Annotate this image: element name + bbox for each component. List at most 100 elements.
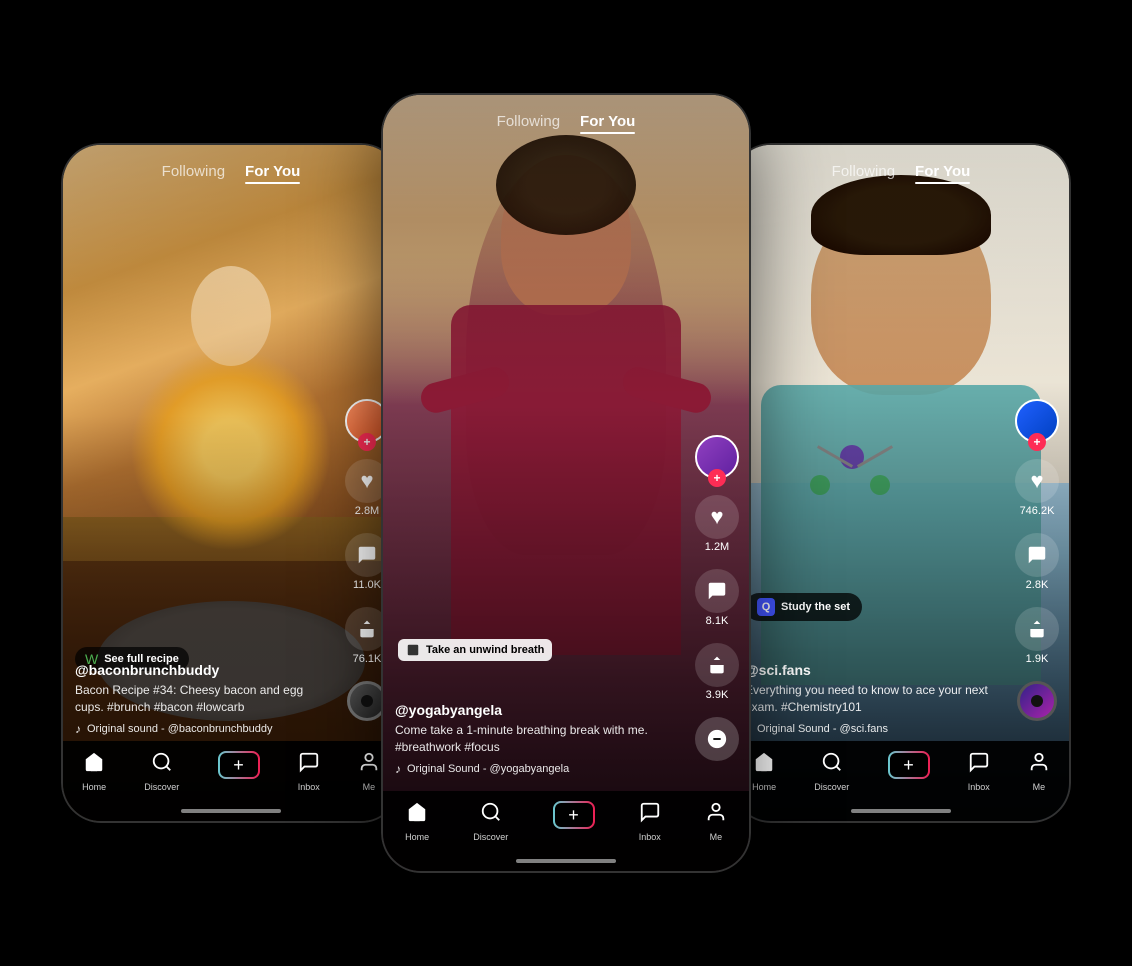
following-tab-right[interactable]: Following	[832, 163, 895, 184]
nav-me-left[interactable]: Me	[358, 751, 380, 792]
quizlet-badge-right[interactable]: Q Study the set	[745, 593, 862, 621]
nav-inbox-left[interactable]: Inbox	[298, 751, 320, 792]
inbox-label-center: Inbox	[639, 832, 661, 842]
sound-row-center: ♪ Original Sound - @yogabyangela	[395, 762, 679, 776]
description-right: Everything you need to know to ace your …	[745, 682, 999, 716]
sound-row-right: ♪ Original Sound - @sci.fans	[745, 722, 999, 736]
nav-home-center[interactable]: Home	[405, 801, 429, 842]
home-indicator-left	[181, 809, 281, 813]
discover-label-right: Discover	[814, 782, 849, 792]
phone-frame-left: Following For You + ♥ 2.8M	[61, 143, 401, 823]
home-icon-left	[83, 751, 105, 779]
home-label-left: Home	[82, 782, 106, 792]
share-count-right: 1.9K	[1026, 653, 1049, 665]
bottom-content-right: @sci.fans Everything you need to know to…	[745, 662, 999, 736]
for-you-tab-center[interactable]: For You	[580, 113, 635, 134]
plus-button-right[interactable]: +	[888, 751, 930, 779]
nav-discover-left[interactable]: Discover	[144, 751, 179, 792]
bottom-content-left: @baconbrunchbuddy Bacon Recipe #34: Chee…	[75, 662, 329, 736]
nav-plus-center[interactable]: +	[553, 801, 595, 829]
discover-icon-left	[151, 751, 173, 779]
quizlet-icon-right: Q	[757, 598, 775, 616]
comment-container-center: 8.1K	[695, 569, 739, 627]
music-icon-left: ♪	[75, 722, 81, 736]
phone-frame-right: Following For You + ♥ 746.2K	[731, 143, 1071, 823]
nav-plus-left[interactable]: +	[218, 751, 260, 779]
follow-button-left[interactable]: +	[358, 433, 376, 451]
me-icon-right	[1028, 751, 1050, 779]
sound-text-center: Original Sound - @yogabyangela	[407, 763, 569, 775]
inbox-label-left: Inbox	[298, 782, 320, 792]
follow-button-right[interactable]: +	[1028, 433, 1046, 451]
share-button-right[interactable]	[1015, 607, 1059, 651]
following-tab-left[interactable]: Following	[162, 163, 225, 184]
home-label-center: Home	[405, 832, 429, 842]
comment-count-center: 8.1K	[706, 615, 729, 627]
nav-discover-right[interactable]: Discover	[814, 751, 849, 792]
comment-container-right: 2.8K	[1015, 533, 1059, 591]
username-center[interactable]: @yogabyangela	[395, 702, 679, 718]
home-icon-right	[753, 751, 775, 779]
nav-home-left[interactable]: Home	[82, 751, 106, 792]
phone-right: Following For You + ♥ 746.2K	[731, 143, 1071, 823]
nav-me-right[interactable]: Me	[1028, 751, 1050, 792]
plus-button-center[interactable]: +	[553, 801, 595, 829]
home-indicator-center	[516, 859, 616, 863]
discover-icon-center	[480, 801, 502, 829]
side-actions-center: + ♥ 1.2M 8.1K	[695, 435, 739, 761]
phone-center: Following For You + ♥ 1.2M	[381, 93, 751, 873]
description-left: Bacon Recipe #34: Cheesy bacon and egg c…	[75, 682, 329, 716]
like-count-center: 1.2M	[705, 541, 729, 553]
home-icon-center	[406, 801, 428, 829]
home-indicator-right	[851, 809, 951, 813]
for-you-tab-right[interactable]: For You	[915, 163, 970, 184]
share-container-right: 1.9K	[1015, 607, 1059, 665]
sticker-text-center: Take an unwind breath	[426, 644, 544, 656]
top-nav-left: Following For You	[63, 163, 399, 184]
comment-count-right: 2.8K	[1026, 579, 1049, 591]
me-icon-center	[705, 801, 727, 829]
for-you-tab-left[interactable]: For You	[245, 163, 300, 184]
username-left[interactable]: @baconbrunchbuddy	[75, 662, 329, 678]
nav-home-right[interactable]: Home	[752, 751, 776, 792]
me-label-right: Me	[1033, 782, 1046, 792]
bottom-content-center: @yogabyangela Come take a 1-minute breat…	[395, 702, 679, 776]
share-button-center[interactable]	[695, 643, 739, 687]
description-center: Come take a 1-minute breathing break wit…	[395, 722, 679, 756]
extra-button-center[interactable]	[695, 717, 739, 761]
nav-me-center[interactable]: Me	[705, 801, 727, 842]
inbox-icon-left	[298, 751, 320, 779]
home-label-right: Home	[752, 782, 776, 792]
comment-button-center[interactable]	[695, 569, 739, 613]
following-tab-center[interactable]: Following	[497, 113, 560, 134]
like-button-right[interactable]: ♥	[1015, 459, 1059, 503]
share-count-left: 76.1K	[353, 653, 382, 665]
phones-container: Following For You + ♥ 2.8M	[16, 93, 1116, 873]
like-count-right: 746.2K	[1020, 505, 1055, 517]
like-container-right: ♥ 746.2K	[1015, 459, 1059, 517]
discover-label-left: Discover	[144, 782, 179, 792]
comment-button-right[interactable]	[1015, 533, 1059, 577]
phone-left: Following For You + ♥ 2.8M	[61, 143, 401, 823]
music-disc-right	[1017, 681, 1057, 721]
badge-text-right: Study the set	[781, 601, 850, 613]
follow-button-center[interactable]: +	[708, 469, 726, 487]
nav-inbox-center[interactable]: Inbox	[639, 801, 661, 842]
me-label-left: Me	[363, 782, 376, 792]
plus-button-left[interactable]: +	[218, 751, 260, 779]
plus-icon-center: +	[568, 806, 579, 824]
nav-plus-right[interactable]: +	[888, 751, 930, 779]
username-right[interactable]: @sci.fans	[745, 662, 999, 678]
sound-text-right: Original Sound - @sci.fans	[757, 723, 888, 735]
like-button-center[interactable]: ♥	[695, 495, 739, 539]
side-actions-right: + ♥ 746.2K 2.8K	[1015, 399, 1059, 721]
nav-inbox-right[interactable]: Inbox	[968, 751, 990, 792]
sound-text-left: Original sound - @baconbrunchbuddy	[87, 723, 272, 735]
inbox-icon-right	[968, 751, 990, 779]
nav-discover-center[interactable]: Discover	[473, 801, 508, 842]
top-nav-right: Following For You	[733, 163, 1069, 184]
avatar-container-center: +	[695, 435, 739, 479]
me-label-center: Me	[710, 832, 723, 842]
avatar-container-right: +	[1015, 399, 1059, 443]
plus-icon-left: +	[233, 756, 244, 774]
